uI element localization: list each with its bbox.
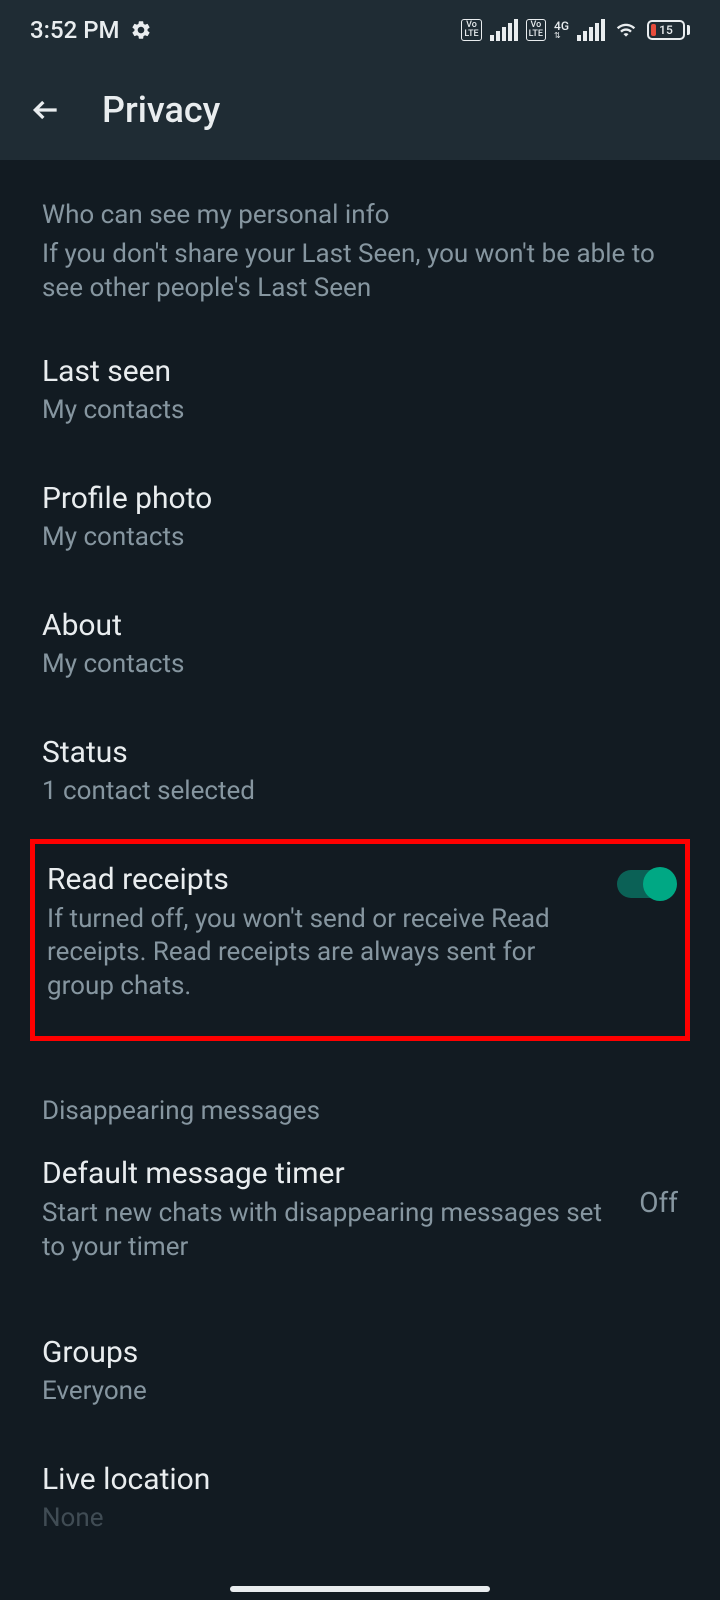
content: Who can see my personal info If you don'… bbox=[0, 160, 720, 1561]
setting-groups[interactable]: Groups Everyone bbox=[0, 1287, 720, 1434]
battery-level: 15 bbox=[659, 23, 673, 37]
setting-read-receipts[interactable]: Read receipts If turned off, you won't s… bbox=[30, 839, 690, 1041]
setting-last-seen-value: My contacts bbox=[42, 395, 678, 425]
setting-live-location[interactable]: Live location None bbox=[0, 1434, 720, 1561]
setting-default-timer-value: Off bbox=[639, 1186, 678, 1219]
setting-about-title: About bbox=[42, 608, 678, 643]
signal-icon-2 bbox=[577, 19, 605, 41]
home-indicator[interactable] bbox=[230, 1586, 490, 1592]
page-title: Privacy bbox=[102, 89, 220, 131]
read-receipts-toggle[interactable] bbox=[617, 870, 673, 898]
status-bar: 3:52 PM VoLTE VoLTE 4G⇅ 15 bbox=[0, 0, 720, 60]
setting-live-location-title: Live location bbox=[42, 1462, 678, 1497]
status-bar-right: VoLTE VoLTE 4G⇅ 15 bbox=[461, 19, 690, 41]
section-personal-info-header: Who can see my personal info bbox=[0, 160, 720, 238]
setting-default-timer-description: Start new chats with disappearing messag… bbox=[42, 1197, 619, 1265]
volte-icon-2: VoLTE bbox=[526, 19, 546, 41]
setting-profile-photo-value: My contacts bbox=[42, 522, 678, 552]
setting-read-receipts-title: Read receipts bbox=[47, 862, 597, 897]
setting-profile-photo-title: Profile photo bbox=[42, 481, 678, 516]
setting-read-receipts-description: If turned off, you won't send or receive… bbox=[47, 903, 597, 1004]
gear-icon bbox=[130, 19, 152, 41]
setting-default-message-timer[interactable]: Default message timer Start new chats wi… bbox=[0, 1134, 720, 1287]
app-bar: Privacy bbox=[0, 60, 720, 160]
signal-icon-1 bbox=[490, 19, 518, 41]
setting-default-timer-title: Default message timer bbox=[42, 1156, 619, 1191]
status-time: 3:52 PM bbox=[30, 16, 120, 44]
setting-status-value: 1 contact selected bbox=[42, 776, 678, 806]
setting-last-seen-title: Last seen bbox=[42, 354, 678, 389]
setting-groups-title: Groups bbox=[42, 1335, 678, 1370]
section-personal-info-description: If you don't share your Last Seen, you w… bbox=[0, 238, 720, 326]
status-bar-left: 3:52 PM bbox=[30, 16, 152, 44]
setting-live-location-value: None bbox=[42, 1503, 678, 1533]
network-type-label: 4G⇅ bbox=[554, 20, 569, 40]
back-arrow-icon[interactable] bbox=[30, 94, 62, 126]
setting-last-seen[interactable]: Last seen My contacts bbox=[0, 326, 720, 453]
section-disappearing-header: Disappearing messages bbox=[0, 1046, 720, 1134]
battery-icon: 15 bbox=[647, 20, 690, 40]
setting-status[interactable]: Status 1 contact selected bbox=[0, 707, 720, 834]
setting-profile-photo[interactable]: Profile photo My contacts bbox=[0, 453, 720, 580]
setting-about-value: My contacts bbox=[42, 649, 678, 679]
volte-icon-1: VoLTE bbox=[461, 19, 481, 41]
setting-about[interactable]: About My contacts bbox=[0, 580, 720, 707]
setting-groups-value: Everyone bbox=[42, 1376, 678, 1406]
setting-status-title: Status bbox=[42, 735, 678, 770]
wifi-icon bbox=[613, 20, 639, 40]
